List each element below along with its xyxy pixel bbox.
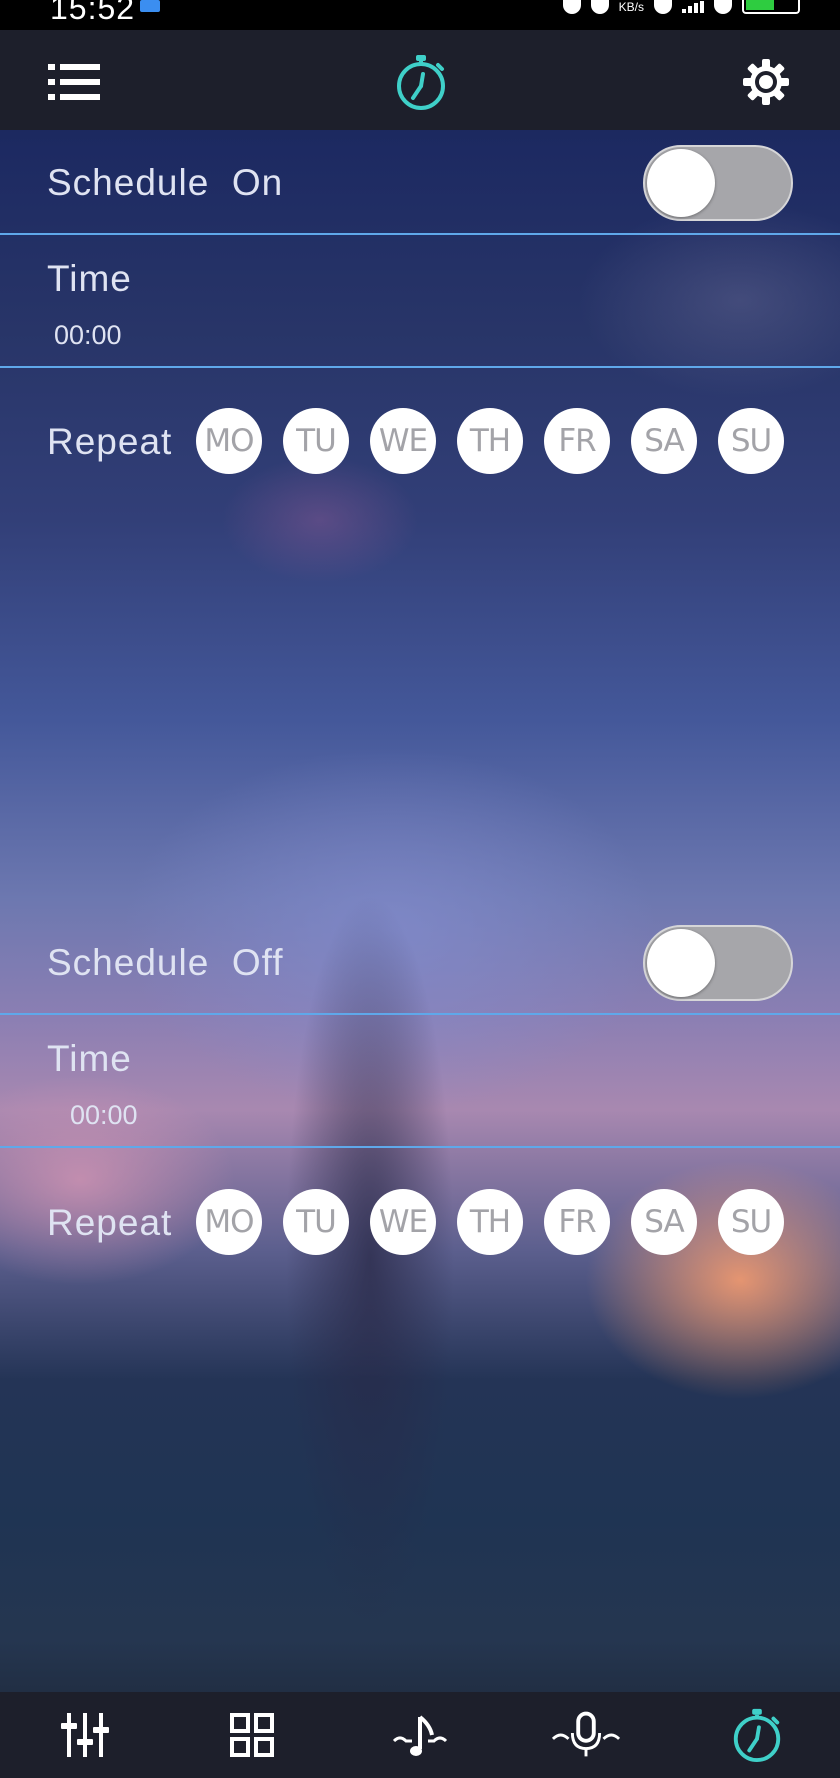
day-button-sa[interactable]: SA [631, 1189, 697, 1255]
network-speed-unit: KB/s [618, 0, 644, 14]
day-button-tu[interactable]: TU [283, 1189, 349, 1255]
schedule-off-toggle[interactable] [643, 925, 793, 1001]
day-button-we[interactable]: WE [370, 408, 436, 474]
day-button-su[interactable]: SU [718, 408, 784, 474]
day-button-mo[interactable]: MO [196, 408, 262, 474]
divider [0, 1013, 840, 1015]
day-button-su[interactable]: SU [718, 1189, 784, 1255]
mute-icon [590, 0, 609, 14]
status-bar: 15:52 KB/s [0, 0, 840, 30]
schedule-on-label: Schedule On [47, 162, 284, 203]
nav-timer[interactable] [722, 1700, 792, 1770]
schedule-on-day-selector: MO TU WE TH FR SA SU [196, 408, 784, 474]
day-button-th[interactable]: TH [457, 1189, 523, 1255]
day-button-we[interactable]: WE [370, 1189, 436, 1255]
equalizer-icon [61, 1713, 109, 1757]
alarm-icon [562, 0, 581, 14]
schedule-off-time-label: Time [47, 1038, 132, 1079]
gear-icon [743, 59, 789, 105]
timer-icon [397, 55, 445, 110]
day-button-fr[interactable]: FR [544, 1189, 610, 1255]
schedule-on-time-value[interactable]: 00:00 [54, 320, 122, 351]
schedule-on-time-label: Time [47, 258, 132, 299]
nav-music[interactable] [385, 1700, 455, 1770]
schedule-off-time-value[interactable]: 00:00 [70, 1100, 138, 1131]
day-button-fr[interactable]: FR [544, 408, 610, 474]
microphone-wave-icon [551, 1711, 621, 1757]
day-button-sa[interactable]: SA [631, 408, 697, 474]
schedule-off-day-selector: MO TU WE TH FR SA SU [196, 1189, 784, 1255]
schedule-off-repeat-label: Repeat [47, 1202, 173, 1243]
timer-header-button[interactable] [389, 50, 453, 114]
schedule-on-toggle[interactable] [643, 145, 793, 221]
hd-icon [654, 0, 672, 14]
music-note-wave-icon [392, 1715, 448, 1756]
grid-icon [230, 1713, 274, 1757]
status-time: 15:52 [50, 0, 136, 26]
wifi-icon [714, 0, 732, 14]
divider [0, 366, 840, 368]
divider [0, 233, 840, 235]
toggle-knob [647, 929, 715, 997]
schedule-on-repeat-label: Repeat [47, 421, 173, 462]
timer-icon [733, 1708, 781, 1763]
screen: 15:52 KB/s Schedule On Time 00:00 Repeat… [0, 0, 840, 1778]
nav-grid[interactable] [217, 1700, 287, 1770]
signal-icon [682, 1, 704, 13]
schedule-off-label: Schedule Off [47, 942, 284, 983]
day-button-th[interactable]: TH [457, 408, 523, 474]
status-icons: KB/s [562, 0, 800, 14]
toggle-knob [647, 149, 715, 217]
bottom-navigation [0, 1692, 840, 1778]
nav-microphone[interactable] [551, 1700, 621, 1770]
day-button-tu[interactable]: TU [283, 408, 349, 474]
top-app-bar [0, 30, 840, 130]
nav-equalizer[interactable] [50, 1700, 120, 1770]
day-button-mo[interactable]: MO [196, 1189, 262, 1255]
battery-icon [742, 0, 800, 14]
settings-button[interactable] [734, 50, 798, 114]
divider [0, 1146, 840, 1148]
menu-list-icon [48, 64, 100, 100]
menu-button[interactable] [42, 50, 106, 114]
app-notification-icon [140, 0, 160, 12]
